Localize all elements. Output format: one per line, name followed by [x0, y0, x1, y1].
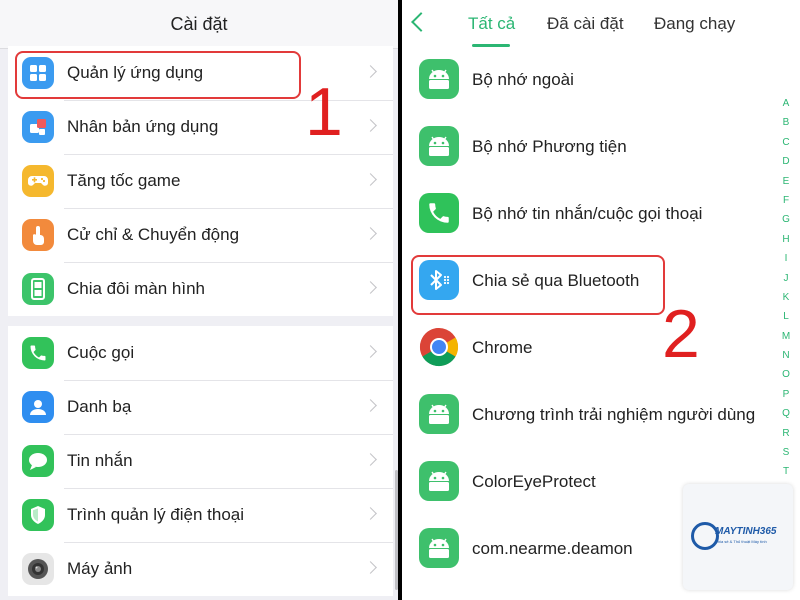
highlight-box-step-2 — [411, 255, 665, 315]
app-list-header: Tất cả Đã cài đặt Đang chạy — [402, 0, 800, 48]
alphabet-letter[interactable]: A — [777, 98, 795, 117]
alphabet-letter[interactable]: G — [777, 214, 795, 233]
settings-item-label: Nhân bản ứng dụng — [67, 117, 219, 136]
tab-installed[interactable]: Đã cài đặt — [547, 0, 624, 48]
alphabet-letter[interactable]: R — [777, 428, 795, 447]
settings-item-label: Cuộc gọi — [67, 343, 135, 362]
alphabet-letter[interactable]: N — [777, 350, 795, 369]
app-item-chrome[interactable]: Chrome — [402, 314, 782, 381]
alphabet-letter[interactable]: F — [777, 195, 795, 214]
message-icon — [22, 445, 54, 477]
alphabet-letter[interactable]: L — [777, 311, 795, 330]
highlight-box-step-1 — [15, 51, 301, 99]
settings-item-phone-manager[interactable]: Trình quản lý điện thoại — [8, 488, 393, 542]
watermark-logo: MAYTINH365 Chia sẻ & Thủ thuật Máy tính — [683, 484, 793, 590]
chevron-right-icon — [364, 173, 377, 186]
chevron-right-icon — [364, 65, 377, 78]
alphabet-letter[interactable]: Q — [777, 408, 795, 427]
app-item-call-message-storage[interactable]: Bộ nhớ tin nhắn/cuộc gọi thoại — [402, 180, 782, 247]
alphabet-letter[interactable]: C — [777, 137, 795, 156]
watermark-tagline: Chia sẻ & Thủ thuật Máy tính — [715, 539, 767, 544]
chrome-icon — [419, 327, 459, 367]
page-title: Cài đặt — [0, 0, 398, 49]
alphabet-index[interactable]: A B C D E F G H I J K L M N O P Q R S T — [777, 98, 795, 486]
android-icon — [419, 126, 459, 166]
back-arrow-icon[interactable] — [411, 12, 431, 32]
settings-item-contacts[interactable]: Danh bạ — [8, 380, 393, 434]
app-item-label: Chrome — [472, 338, 533, 357]
contacts-icon — [22, 391, 54, 423]
settings-item-label: Cử chỉ & Chuyển động — [67, 225, 240, 244]
android-icon — [419, 461, 459, 501]
alphabet-letter[interactable]: E — [777, 176, 795, 195]
settings-item-gestures[interactable]: Cử chỉ & Chuyển động — [8, 208, 393, 262]
alphabet-letter[interactable]: K — [777, 292, 795, 311]
alphabet-letter[interactable]: D — [777, 156, 795, 175]
alphabet-letter[interactable]: I — [777, 253, 795, 272]
watermark-brand: MAYTINH365 — [715, 526, 777, 537]
phone-icon — [22, 337, 54, 369]
app-item-label: Bộ nhớ Phương tiện — [472, 137, 627, 156]
alphabet-letter[interactable]: B — [777, 117, 795, 136]
chevron-right-icon — [364, 399, 377, 412]
gamepad-icon — [22, 165, 54, 197]
alphabet-letter[interactable]: P — [777, 389, 795, 408]
chevron-right-icon — [364, 281, 377, 294]
settings-item-calls[interactable]: Cuộc gọi — [8, 326, 393, 380]
alphabet-letter[interactable]: J — [777, 273, 795, 292]
tab-running[interactable]: Đang chạy — [654, 0, 735, 48]
app-item-label: Bộ nhớ tin nhắn/cuộc gọi thoại — [472, 204, 703, 223]
settings-item-game-boost[interactable]: Tăng tốc game — [8, 154, 393, 208]
settings-item-messages[interactable]: Tin nhắn — [8, 434, 393, 488]
app-item-media-storage[interactable]: Bộ nhớ Phương tiện — [402, 113, 782, 180]
android-icon — [419, 59, 459, 99]
tab-all[interactable]: Tất cả — [468, 0, 515, 48]
alphabet-letter[interactable]: M — [777, 331, 795, 350]
settings-item-label: Chia đôi màn hình — [67, 279, 205, 298]
android-icon — [419, 528, 459, 568]
app-item-label: Bộ nhớ ngoài — [472, 70, 574, 89]
chevron-right-icon — [364, 227, 377, 240]
settings-group-2: Cuộc gọi Danh bạ Tin nhắn Trình quản lý … — [8, 326, 393, 596]
alphabet-letter[interactable]: O — [777, 369, 795, 388]
settings-item-label: Tin nhắn — [67, 451, 133, 470]
android-icon — [419, 394, 459, 434]
chevron-right-icon — [364, 119, 377, 132]
app-item-label: com.nearme.deamon — [472, 539, 633, 558]
settings-item-label: Trình quản lý điện thoại — [67, 505, 245, 524]
phone-icon — [419, 193, 459, 233]
step-number-1: 1 — [305, 74, 343, 150]
chevron-right-icon — [364, 453, 377, 466]
shield-icon — [22, 499, 54, 531]
camera-icon — [22, 553, 54, 585]
settings-item-camera[interactable]: Máy ảnh — [8, 542, 393, 596]
app-item-external-storage[interactable]: Bộ nhớ ngoài — [402, 46, 782, 113]
settings-item-label: Tăng tốc game — [67, 171, 181, 190]
settings-item-label: Danh bạ — [67, 397, 132, 416]
chevron-right-icon — [364, 507, 377, 520]
chevron-right-icon — [364, 345, 377, 358]
settings-item-split-screen[interactable]: Chia đôi màn hình — [8, 262, 393, 316]
app-item-label: Chương trình trải nghiệm người dùng — [472, 405, 756, 424]
split-screen-icon — [22, 273, 54, 305]
settings-item-label: Máy ảnh — [67, 559, 133, 578]
step-number-2: 2 — [662, 296, 700, 372]
alphabet-letter[interactable]: T — [777, 466, 795, 485]
alphabet-letter[interactable]: H — [777, 234, 795, 253]
hand-gesture-icon — [22, 219, 54, 251]
app-clone-icon — [22, 111, 54, 143]
app-item-label: ColorEyeProtect — [472, 472, 596, 491]
chevron-right-icon — [364, 561, 377, 574]
alphabet-letter[interactable]: S — [777, 447, 795, 466]
app-item-user-experience[interactable]: Chương trình trải nghiệm người dùng — [402, 381, 782, 448]
